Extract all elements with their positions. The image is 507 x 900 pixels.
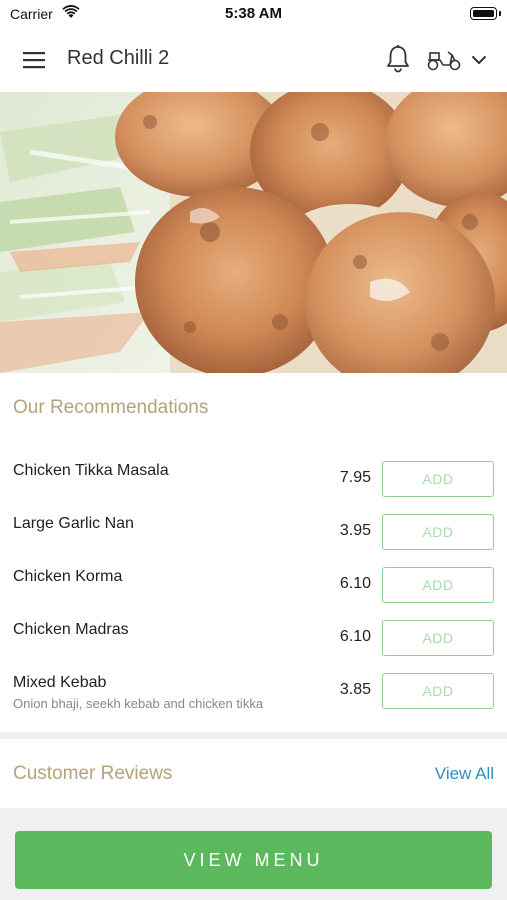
- add-button[interactable]: ADD: [382, 673, 494, 709]
- list-item: Large Garlic Nan 3.95 ADD: [0, 493, 507, 550]
- item-name: Mixed Kebab: [13, 674, 107, 691]
- list-item: Chicken Madras 6.10 ADD: [0, 599, 507, 656]
- battery-icon: [470, 7, 501, 20]
- item-description: Onion bhaji, seekh kebab and chicken tik…: [13, 696, 264, 711]
- add-button[interactable]: ADD: [382, 514, 494, 550]
- item-price: 7.95: [339, 469, 371, 486]
- list-item: Chicken Tikka Masala 7.95 ADD: [0, 440, 507, 497]
- item-name: Chicken Tikka Masala: [13, 462, 169, 479]
- add-button[interactable]: ADD: [382, 567, 494, 603]
- scooter-icon[interactable]: [424, 45, 464, 73]
- view-menu-button[interactable]: VIEW MENU: [15, 831, 492, 889]
- item-price: 3.85: [339, 681, 371, 698]
- nav-bar: Red Chilli 2: [0, 28, 507, 92]
- chevron-down-icon[interactable]: [467, 48, 491, 72]
- clock: 5:38 AM: [225, 5, 282, 22]
- add-button[interactable]: ADD: [382, 620, 494, 656]
- hero-food-image: [0, 92, 507, 373]
- list-item: Mixed Kebab Onion bhaji, seekh kebab and…: [0, 652, 507, 722]
- hamburger-menu-icon[interactable]: [20, 46, 48, 74]
- add-button[interactable]: ADD: [382, 461, 494, 497]
- item-name: Chicken Korma: [13, 568, 123, 585]
- section-divider: [0, 732, 507, 739]
- view-all-reviews-link[interactable]: View All: [435, 764, 494, 784]
- item-price: 6.10: [339, 628, 371, 645]
- recommendations-title: Our Recommendations: [13, 397, 209, 418]
- list-item: Chicken Korma 6.10 ADD: [0, 546, 507, 603]
- bell-icon[interactable]: [384, 44, 412, 74]
- item-name: Large Garlic Nan: [13, 515, 134, 532]
- reviews-title: Customer Reviews: [13, 763, 173, 784]
- item-price: 6.10: [339, 575, 371, 592]
- item-name: Chicken Madras: [13, 621, 129, 638]
- restaurant-title: Red Chilli 2: [67, 47, 170, 69]
- item-price: 3.95: [339, 522, 371, 539]
- status-bar: Carrier 5:38 AM: [0, 0, 507, 28]
